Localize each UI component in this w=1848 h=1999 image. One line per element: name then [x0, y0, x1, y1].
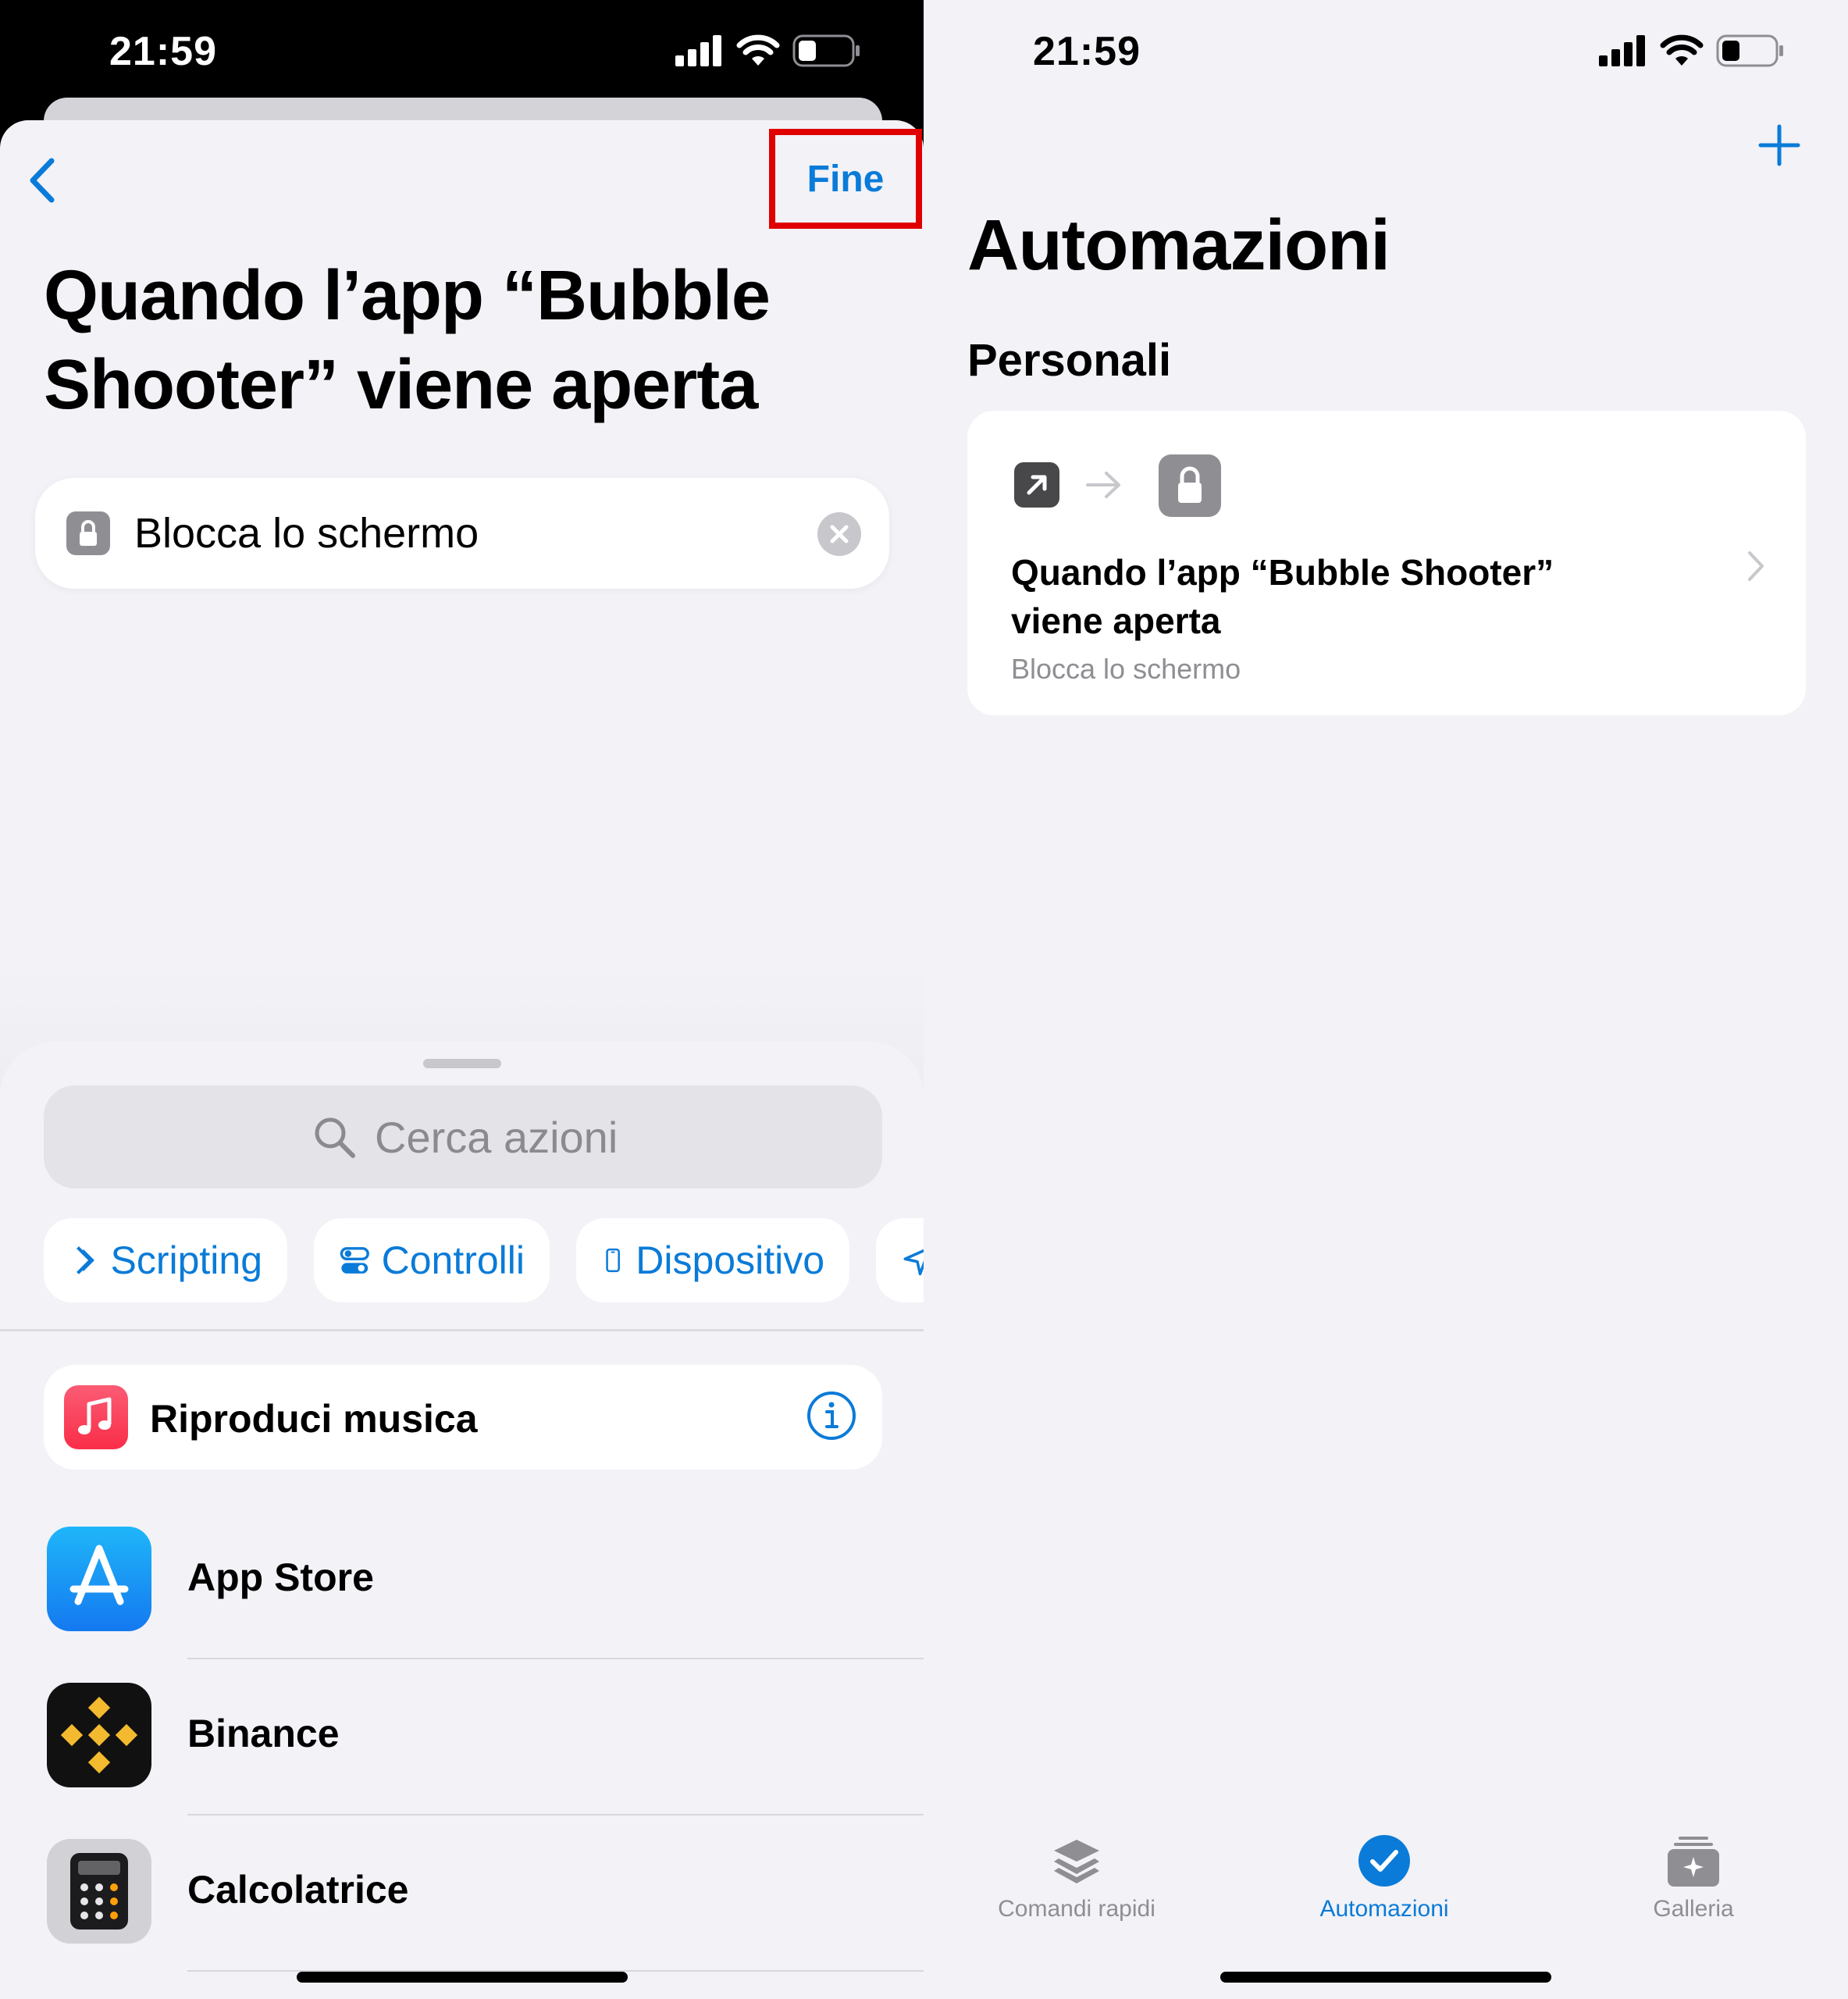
app-row-binance[interactable]: Binance — [0, 1683, 924, 1839]
right-screen: 21:59 Automazioni Personali Quando l’app… — [924, 0, 1848, 1999]
row-separator — [187, 1658, 924, 1659]
suggested-action-label: Riproduci musica — [150, 1397, 478, 1441]
battery-icon — [1716, 34, 1783, 67]
automation-title: Quando l’app “Bubble Shooter” viene aper… — [44, 257, 771, 424]
action-lock-screen[interactable]: Blocca lo schermo — [35, 478, 889, 589]
chip-controls[interactable]: Controlli — [314, 1218, 550, 1302]
tab-label: Comandi rapidi — [998, 1896, 1155, 1922]
chevron-right-icon — [1748, 551, 1764, 581]
tab-label: Automazioni — [1319, 1896, 1449, 1922]
left-screen: 21:59 Fine Quando l’app “Bubble Shooter”… — [0, 0, 924, 1999]
tab-label: Galleria — [1653, 1896, 1734, 1922]
status-time: 21:59 — [109, 29, 217, 74]
device-icon — [606, 1248, 620, 1273]
arrow-right-icon — [1086, 472, 1120, 498]
controls-icon — [340, 1247, 369, 1274]
add-automation-plus-icon[interactable] — [1757, 123, 1801, 167]
binance-icon — [47, 1683, 151, 1787]
status-bar: 21:59 — [924, 0, 1847, 102]
section-divider — [0, 1329, 924, 1331]
row-separator — [187, 1814, 924, 1815]
status-icons — [675, 34, 861, 67]
chip-label: Scripting — [110, 1238, 262, 1282]
shortcuts-icon — [1054, 1840, 1099, 1883]
gallery-icon — [1668, 1837, 1719, 1887]
music-icon — [64, 1385, 128, 1449]
search-actions-input[interactable]: Cerca azioni — [44, 1085, 882, 1188]
chip-device[interactable]: Dispositivo — [576, 1218, 849, 1302]
suggested-action-play-music[interactable]: Riproduci musica — [44, 1365, 882, 1470]
cellular-icon — [675, 35, 721, 66]
scripting-icon — [77, 1246, 94, 1274]
automation-card-title: Quando l’app “Bubble Shooter” viene aper… — [1011, 552, 1554, 641]
wifi-icon — [1660, 34, 1704, 66]
app-label: Calcolatrice — [187, 1868, 409, 1912]
chip-scripting[interactable]: Scripting — [44, 1218, 287, 1302]
page-title: Automazioni — [967, 205, 1390, 285]
lock-icon — [1159, 454, 1221, 517]
chip-location[interactable] — [876, 1218, 924, 1302]
status-icons — [1599, 34, 1785, 67]
tab-automations[interactable]: Automazioni — [1267, 1832, 1501, 1922]
app-label: Binance — [187, 1712, 340, 1755]
remove-action-icon[interactable] — [817, 512, 861, 556]
app-open-trigger-icon — [1014, 462, 1059, 508]
automation-card-subtitle: Blocca lo schermo — [1011, 653, 1241, 685]
chip-label: Controlli — [381, 1238, 525, 1282]
section-header: Personali — [967, 335, 1172, 386]
category-chips: Scripting Controlli Dispositivo — [44, 1218, 924, 1302]
search-icon — [315, 1117, 355, 1158]
chip-label: Dispositivo — [636, 1238, 824, 1282]
cellular-icon — [1599, 35, 1645, 66]
wifi-icon — [736, 34, 780, 66]
done-button-label: Fine — [806, 158, 885, 200]
action-label: Blocca lo schermo — [134, 510, 479, 557]
app-row-app-store[interactable]: App Store — [0, 1527, 924, 1683]
lock-icon — [66, 511, 110, 555]
automation-card[interactable]: Quando l’app “Bubble Shooter” viene aper… — [967, 411, 1806, 715]
app-label: App Store — [187, 1555, 374, 1599]
app-store-icon — [47, 1527, 151, 1631]
home-indicator[interactable] — [297, 1972, 628, 1983]
info-icon[interactable] — [806, 1390, 857, 1441]
status-bar: 21:59 — [0, 0, 924, 102]
status-time: 21:59 — [1033, 29, 1141, 74]
search-placeholder: Cerca azioni — [375, 1113, 618, 1162]
drawer-grabber[interactable] — [423, 1059, 501, 1068]
back-chevron-icon[interactable] — [23, 153, 62, 208]
location-icon — [903, 1249, 924, 1276]
tab-shortcuts[interactable]: Comandi rapidi — [960, 1832, 1194, 1922]
done-button[interactable]: Fine — [769, 129, 922, 229]
calculator-icon — [47, 1839, 151, 1944]
tab-gallery[interactable]: Galleria — [1576, 1832, 1811, 1922]
automation-icon — [1358, 1835, 1410, 1887]
battery-icon — [792, 34, 860, 67]
home-indicator[interactable] — [1220, 1972, 1551, 1983]
